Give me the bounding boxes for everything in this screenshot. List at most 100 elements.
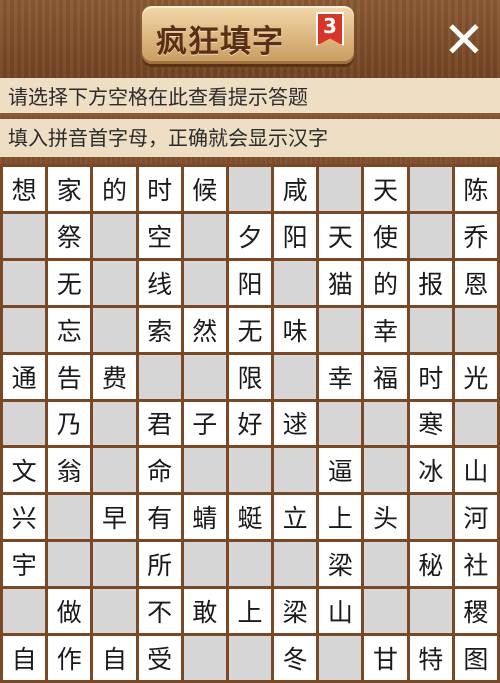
grid-cell[interactable]: 图 (454, 636, 497, 680)
grid-cell[interactable]: 君 (138, 401, 181, 446)
grid-cell[interactable]: 家 (48, 167, 91, 211)
grid-cell[interactable]: 子 (183, 401, 226, 446)
grid-cell[interactable]: 山 (319, 589, 362, 634)
grid-cell[interactable]: 所 (138, 542, 181, 587)
grid-cell[interactable]: 好 (228, 401, 272, 446)
grid-cell[interactable]: 秘 (409, 542, 452, 587)
blocked-cell (319, 167, 362, 211)
grid-cell[interactable]: 立 (274, 495, 317, 540)
grid-cell[interactable]: 的 (364, 260, 407, 305)
grid-cell[interactable]: 使 (364, 213, 407, 258)
grid-cell[interactable]: 天 (319, 213, 362, 258)
grid-cell[interactable]: 味 (274, 307, 317, 352)
grid-cell[interactable]: 寒 (409, 401, 452, 446)
grid-cell[interactable]: 乔 (454, 213, 497, 258)
title-plaque: 疯狂填字 3 (142, 6, 354, 64)
blocked-cell (319, 307, 362, 352)
grid-cell[interactable]: 无 (48, 260, 91, 305)
grid-cell[interactable]: 线 (138, 260, 181, 305)
grid-cell[interactable]: 陈 (454, 167, 497, 211)
game-title: 疯狂填字 (156, 24, 284, 60)
grid-cell[interactable]: 逑 (274, 401, 317, 446)
grid-cell[interactable]: 咸 (274, 167, 317, 211)
blocked-cell (3, 213, 46, 258)
grid-cell[interactable]: 梁 (274, 589, 317, 634)
blocked-cell (48, 495, 91, 540)
blocked-cell (93, 448, 136, 493)
grid-cell[interactable]: 想 (3, 167, 46, 211)
grid-cell[interactable]: 幸 (319, 354, 362, 399)
blocked-cell (48, 542, 91, 587)
grid-cell[interactable]: 自 (93, 636, 136, 680)
grid-cell[interactable]: 告 (48, 354, 91, 399)
grid-cell[interactable]: 社 (454, 542, 497, 587)
grid-cell[interactable]: 然 (183, 307, 226, 352)
grid-cell[interactable]: 通 (3, 354, 46, 399)
grid-cell[interactable]: 山 (454, 448, 497, 493)
grid-cell[interactable]: 命 (138, 448, 181, 493)
grid-cell[interactable]: 幸 (364, 307, 407, 352)
grid-cell[interactable]: 限 (228, 354, 272, 399)
blocked-cell (409, 495, 452, 540)
grid-cell[interactable]: 时 (409, 354, 452, 399)
grid-cell[interactable]: 忘 (48, 307, 91, 352)
blocked-cell (183, 448, 226, 493)
grid-cell[interactable]: 候 (183, 167, 226, 211)
level-badge: 3 (316, 12, 344, 46)
grid-cell[interactable]: 上 (228, 589, 272, 634)
grid-cell[interactable]: 文 (3, 448, 46, 493)
header-bar: 疯狂填字 3 ✕ (0, 0, 500, 78)
blocked-cell (183, 260, 226, 305)
blocked-cell (3, 307, 46, 352)
grid-cell[interactable]: 冬 (274, 636, 317, 680)
grid-cell[interactable]: 梁 (319, 542, 362, 587)
blocked-cell (3, 589, 46, 634)
blocked-cell (319, 636, 362, 680)
grid-cell[interactable]: 有 (138, 495, 181, 540)
grid-cell[interactable]: 甘 (364, 636, 407, 680)
grid-cell[interactable]: 河 (454, 495, 497, 540)
grid-cell[interactable]: 天 (364, 167, 407, 211)
blocked-cell (454, 401, 497, 446)
grid-cell[interactable]: 受 (138, 636, 181, 680)
grid-cell[interactable]: 福 (364, 354, 407, 399)
grid-cell[interactable]: 自 (3, 636, 46, 680)
grid-cell[interactable]: 稷 (454, 589, 497, 634)
grid-cell[interactable]: 的 (93, 167, 136, 211)
grid-cell[interactable]: 作 (48, 636, 91, 680)
grid-cell[interactable]: 敢 (183, 589, 226, 634)
grid-cell[interactable]: 上 (319, 495, 362, 540)
grid-cell[interactable]: 阳 (228, 260, 272, 305)
grid-cell[interactable]: 兴 (3, 495, 46, 540)
blocked-cell (93, 542, 136, 587)
grid-cell[interactable]: 不 (138, 589, 181, 634)
blocked-cell (364, 542, 407, 587)
grid-cell[interactable]: 空 (138, 213, 181, 258)
grid-cell[interactable]: 报 (409, 260, 452, 305)
grid-cell[interactable]: 索 (138, 307, 181, 352)
blocked-cell (409, 213, 452, 258)
grid-cell[interactable]: 阳 (274, 213, 317, 258)
grid-cell[interactable]: 做 (48, 589, 91, 634)
grid-cell[interactable]: 猫 (319, 260, 362, 305)
grid-cell[interactable]: 乃 (48, 401, 91, 446)
grid-cell[interactable]: 翁 (48, 448, 91, 493)
grid-cell[interactable]: 宇 (3, 542, 46, 587)
grid-cell[interactable]: 逼 (319, 448, 362, 493)
grid-cell[interactable]: 祭 (48, 213, 91, 258)
grid-cell[interactable]: 无 (228, 307, 272, 352)
grid-cell[interactable]: 夕 (228, 213, 272, 258)
grid-cell[interactable]: 早 (93, 495, 136, 540)
grid-cell[interactable]: 费 (93, 354, 136, 399)
blocked-cell (183, 636, 226, 680)
grid-cell[interactable]: 特 (409, 636, 452, 680)
close-button[interactable]: ✕ (436, 12, 492, 68)
grid-cell[interactable]: 蜻 (183, 495, 226, 540)
grid-cell[interactable]: 蜓 (228, 495, 272, 540)
grid-cell[interactable]: 恩 (454, 260, 497, 305)
grid-cell[interactable]: 时 (138, 167, 181, 211)
grid-cell[interactable]: 光 (454, 354, 497, 399)
grid-cell[interactable]: 冰 (409, 448, 452, 493)
grid-cell[interactable]: 头 (364, 495, 407, 540)
blocked-cell (274, 542, 317, 587)
